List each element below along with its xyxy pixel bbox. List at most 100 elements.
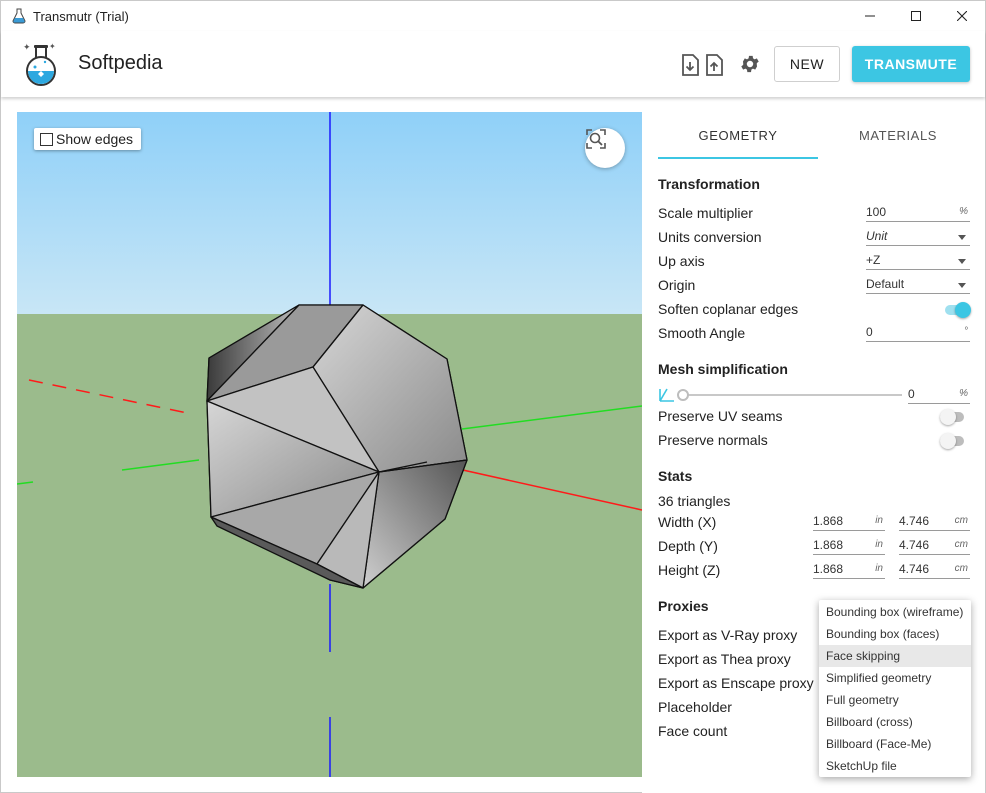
origin-label: Origin [658, 277, 696, 293]
menu-item-bbox-wireframe[interactable]: Bounding box (wireframe) [819, 601, 971, 623]
zoom-extents-button[interactable] [585, 128, 625, 168]
maximize-icon [911, 11, 921, 21]
up-axis-label: Up axis [658, 253, 705, 269]
menu-item-simplified-geometry[interactable]: Simplified geometry [819, 667, 971, 689]
svg-text:✦: ✦ [49, 42, 56, 51]
show-edges-label: Show edges [56, 131, 134, 147]
active-tab-indicator [658, 157, 818, 159]
height-cm-input[interactable]: 4.746 cm [899, 561, 970, 579]
scale-unit: % [959, 206, 968, 217]
width-cm-input[interactable]: 4.746 cm [899, 513, 970, 531]
preserve-normals-label: Preserve normals [658, 432, 768, 448]
triangle-count: 36 triangles [658, 493, 731, 509]
depth-in-input[interactable]: 1.868 in [813, 537, 885, 555]
file-export-icon[interactable] [703, 53, 725, 77]
soften-edges-toggle[interactable] [945, 302, 971, 318]
maximize-button[interactable] [893, 1, 939, 31]
width-cm-value: 4.746 [899, 514, 930, 528]
window-title: Transmutr (Trial) [33, 8, 129, 24]
zoom-extents-icon [586, 129, 606, 149]
height-in-input[interactable]: 1.868 in [813, 561, 885, 579]
smooth-angle-label: Smooth Angle [658, 325, 746, 341]
width-in-unit: in [875, 515, 883, 526]
angle-unit: ° [964, 326, 968, 337]
simplification-value: 0 [908, 387, 915, 401]
viewport-scene [17, 112, 642, 777]
preserve-uv-toggle[interactable] [940, 409, 966, 425]
smooth-angle-value: 0 [866, 325, 873, 339]
show-edges-toggle[interactable]: Show edges [34, 128, 142, 150]
width-in-value: 1.868 [813, 514, 844, 528]
chevron-down-icon [958, 283, 966, 288]
proxies-heading: Proxies [658, 598, 709, 614]
app-flask-icon [12, 8, 26, 24]
origin-value: Default [866, 277, 905, 291]
show-edges-checkbox[interactable] [40, 132, 53, 146]
mesh-simplification-heading: Mesh simplification [658, 361, 788, 377]
preserve-uv-label: Preserve UV seams [658, 408, 783, 424]
minimize-icon [865, 15, 875, 17]
vray-proxy-label: Export as V-Ray proxy [658, 627, 798, 643]
up-axis-value: +Z [866, 253, 881, 267]
app-window: Transmutr (Trial) ✦ ✦ Softpedia NEW TRAN… [0, 0, 986, 793]
close-button[interactable] [939, 1, 985, 31]
menu-item-full-geometry[interactable]: Full geometry [819, 689, 971, 711]
gear-icon[interactable] [739, 52, 761, 76]
height-cm-unit: cm [954, 563, 968, 574]
units-conversion-label: Units conversion [658, 229, 762, 245]
scale-multiplier-input[interactable]: 100 % [866, 204, 970, 222]
slider-thumb[interactable] [677, 389, 689, 401]
placeholder-label: Placeholder [658, 699, 732, 715]
logo-flask-icon: ✦ ✦ [23, 42, 56, 86]
tab-geometry[interactable]: GEOMETRY [658, 128, 818, 143]
origin-select[interactable]: Default [866, 276, 970, 294]
placeholder-dropdown-menu: Bounding box (wireframe) Bounding box (f… [819, 600, 971, 777]
smooth-angle-input[interactable]: 0 ° [866, 324, 970, 342]
units-conversion-select[interactable]: Unit [866, 228, 970, 246]
scale-multiplier-label: Scale multiplier [658, 205, 753, 221]
menu-item-billboard-faceme[interactable]: Billboard (Face-Me) [819, 733, 971, 755]
simplification-unit: % [959, 388, 968, 399]
chevron-down-icon [958, 259, 966, 264]
depth-in-value: 1.868 [813, 538, 844, 552]
chevron-down-icon [958, 235, 966, 240]
new-button[interactable]: NEW [774, 46, 840, 82]
menu-item-bbox-faces[interactable]: Bounding box (faces) [819, 623, 971, 645]
app-header: ✦ ✦ Softpedia NEW TRANSMUTE [1, 31, 985, 97]
depth-cm-unit: cm [954, 539, 968, 550]
file-import-icon[interactable] [679, 53, 701, 77]
menu-item-face-skipping[interactable]: Face skipping [819, 645, 971, 667]
depth-label: Depth (Y) [658, 538, 718, 554]
width-label: Width (X) [658, 514, 717, 530]
3d-viewport[interactable]: Show edges [17, 112, 642, 777]
height-in-value: 1.868 [813, 562, 844, 576]
transformation-heading: Transformation [658, 176, 760, 192]
simplification-input[interactable]: 0 % [908, 386, 970, 404]
width-cm-unit: cm [954, 515, 968, 526]
simplification-icon [659, 388, 674, 402]
depth-cm-input[interactable]: 4.746 cm [899, 537, 970, 555]
width-in-input[interactable]: 1.868 in [813, 513, 885, 531]
minimize-button[interactable] [847, 1, 893, 31]
preserve-normals-toggle[interactable] [940, 433, 966, 449]
stats-heading: Stats [658, 468, 693, 484]
tab-materials[interactable]: MATERIALS [818, 128, 978, 143]
scale-multiplier-value: 100 [866, 205, 887, 219]
menu-item-billboard-cross[interactable]: Billboard (cross) [819, 711, 971, 733]
title-bar: Transmutr (Trial) [1, 1, 985, 31]
simplification-slider[interactable] [677, 389, 902, 401]
height-in-unit: in [875, 563, 883, 574]
depth-in-unit: in [875, 539, 883, 550]
svg-text:✦: ✦ [23, 43, 31, 53]
enscape-proxy-label: Export as Enscape proxy [658, 675, 814, 691]
depth-cm-value: 4.746 [899, 538, 930, 552]
transmute-button[interactable]: TRANSMUTE [852, 46, 970, 82]
thea-proxy-label: Export as Thea proxy [658, 651, 791, 667]
close-icon [957, 11, 967, 21]
brand-title: Softpedia [78, 52, 163, 74]
window-controls [847, 1, 985, 31]
menu-item-sketchup-file[interactable]: SketchUp file [819, 755, 971, 777]
face-count-label: Face count [658, 723, 728, 739]
up-axis-select[interactable]: +Z [866, 252, 970, 270]
soften-edges-label: Soften coplanar edges [658, 301, 799, 317]
